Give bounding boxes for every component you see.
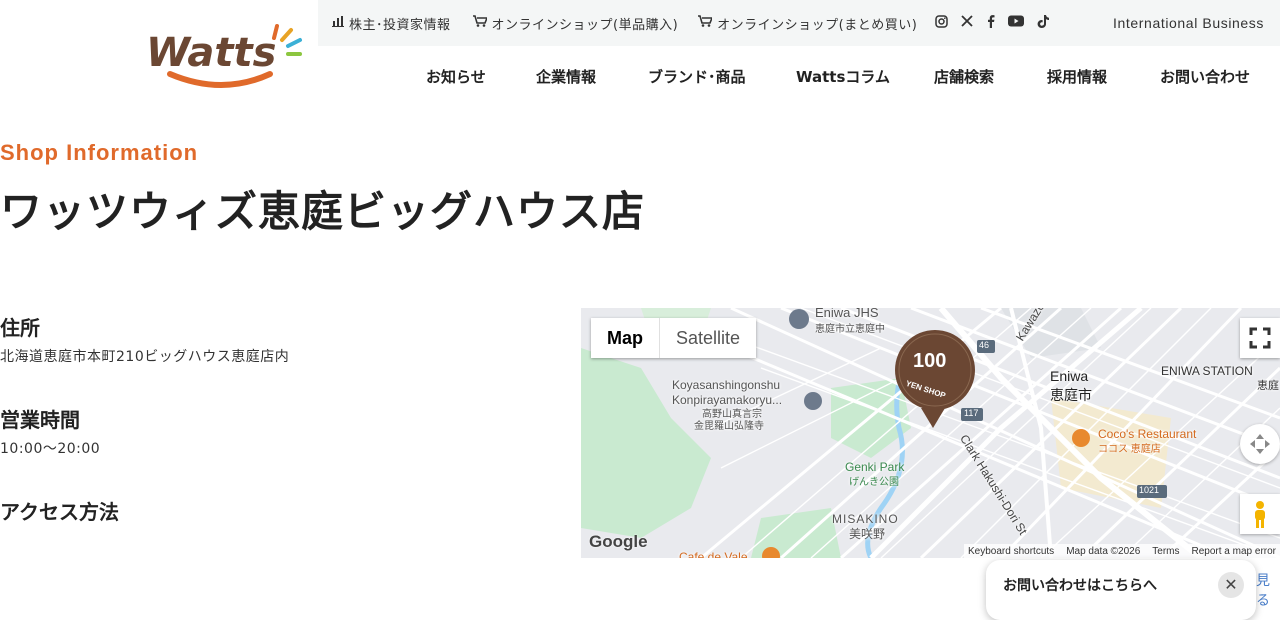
nav-store-search[interactable]: 店舗検索: [934, 66, 994, 87]
map-label-station-ja: 恵庭: [1257, 380, 1279, 392]
cart-icon: [472, 15, 488, 31]
map-label-station: ENIWA STATION: [1161, 364, 1253, 378]
hours-label: 営業時間: [0, 408, 80, 432]
map-road-117: 117: [964, 408, 979, 418]
watts-logo[interactable]: Watts: [142, 18, 312, 94]
map-type-map-button[interactable]: Map: [591, 318, 660, 358]
section-eyebrow: Shop Information: [0, 140, 199, 165]
x-icon[interactable]: [961, 15, 973, 31]
map-label-jhs: Eniwa JHS: [815, 308, 879, 320]
street-view-pegman-button[interactable]: [1240, 494, 1280, 534]
map-label-coco: Coco's Restaurant: [1098, 427, 1197, 441]
google-logo: Google: [589, 532, 648, 551]
ir-link[interactable]: 株主･投資家情報: [332, 14, 451, 33]
tiktok-icon[interactable]: [1037, 14, 1050, 32]
map-label-temple-ja2: 金毘羅山弘隆寺: [694, 421, 764, 432]
map-data-text: Map data ©2026: [1066, 545, 1141, 557]
chart-icon: [332, 15, 344, 31]
nav-news[interactable]: お知らせ: [426, 66, 486, 87]
map-road-1021: 1021: [1139, 485, 1160, 495]
camera-control-button[interactable]: [1240, 424, 1280, 464]
map-label-eniwa-ja: 恵庭市: [1050, 387, 1092, 403]
marker-number: 100: [913, 350, 947, 372]
fullscreen-icon: [1249, 327, 1271, 349]
nav-company[interactable]: 企業情報: [536, 66, 596, 87]
map-label-coco-ja: ココス 恵庭店: [1098, 444, 1161, 455]
online-shop-single-label: オンラインショップ(単品購入): [491, 17, 679, 33]
store-map[interactable]: Eniwa JHS 恵庭市立恵庭中 Koyasanshingonshu Konp…: [581, 308, 1280, 558]
online-shop-bulk-label: オンラインショップ(まとめ買い): [717, 17, 918, 33]
address-value: 北海道恵庭市本町210ビッグハウス恵庭店内: [0, 349, 290, 365]
report-error-link[interactable]: Report a map error: [1192, 546, 1276, 557]
map-type-control: Map Satellite: [591, 318, 757, 358]
map-label-misakino: MISAKINO: [832, 512, 899, 526]
map-label-misakino-ja: 美咲野: [849, 527, 886, 541]
cart-icon: [698, 15, 714, 31]
keyboard-shortcuts-link[interactable]: Keyboard shortcuts: [968, 546, 1054, 557]
online-shop-single-link[interactable]: オンラインショップ(単品購入): [472, 14, 679, 33]
close-icon[interactable]: ✕: [1218, 572, 1244, 598]
logo-wordmark: Watts: [146, 30, 276, 76]
hours-value: 10:00〜20:00: [0, 441, 101, 457]
map-type-satellite-button[interactable]: Satellite: [660, 318, 756, 358]
map-attribution: Keyboard shortcuts Map data ©2026 Terms …: [964, 544, 1280, 558]
map-label-genki: Genki Park: [845, 460, 905, 474]
page-title: ワッツウィズ恵庭ビッグハウス店: [0, 187, 646, 236]
edge-link-text[interactable]: 見る: [1256, 570, 1280, 610]
social-links: [935, 14, 1050, 32]
online-shop-bulk-link[interactable]: オンラインショップ(まとめ買い): [698, 14, 917, 33]
contact-popup[interactable]: お問い合わせはこちらへ ✕: [986, 560, 1256, 620]
nav-recruit[interactable]: 採用情報: [1047, 66, 1107, 87]
pegman-icon: [1255, 501, 1265, 528]
map-label-jhs-ja: 恵庭市立恵庭中: [815, 324, 885, 335]
contact-popup-text: お問い合わせはこちらへ: [1003, 578, 1157, 594]
facebook-icon[interactable]: [986, 14, 995, 32]
nav-contact[interactable]: お問い合わせ: [1160, 66, 1250, 87]
map-label-genki-ja: げんき公園: [849, 477, 899, 488]
map-road-46: 46: [979, 340, 990, 350]
youtube-icon[interactable]: [1008, 15, 1025, 31]
terms-link[interactable]: Terms: [1152, 546, 1179, 557]
nav-column[interactable]: Wattsコラム: [796, 66, 890, 87]
map-label-cafe: Cafe de Vale: [679, 550, 748, 558]
utility-bar: 株主･投資家情報 オンラインショップ(単品購入) オンラインショップ(まとめ買い…: [318, 0, 1280, 46]
nav-brands[interactable]: ブランド･商品: [648, 66, 746, 87]
fullscreen-button[interactable]: [1240, 318, 1280, 358]
instagram-icon[interactable]: [935, 14, 949, 32]
ir-link-label: 株主･投資家情報: [349, 17, 451, 33]
map-label-eniwa: Eniwa: [1050, 368, 1089, 384]
address-label: 住所: [0, 316, 40, 340]
international-business-link[interactable]: International Business: [1113, 15, 1264, 31]
move-arrows-icon: [1250, 434, 1270, 454]
map-label-temple: Koyasanshingonshu: [672, 378, 781, 392]
access-label: アクセス方法: [0, 500, 119, 524]
